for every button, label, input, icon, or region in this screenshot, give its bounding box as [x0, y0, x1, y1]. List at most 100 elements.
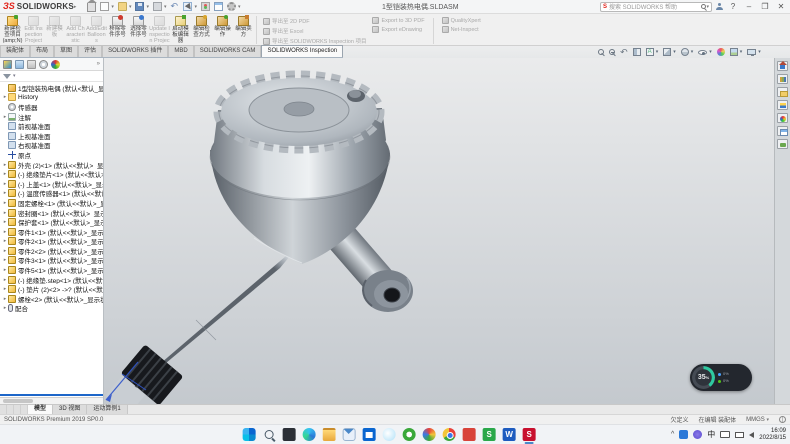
file-explorer-icon[interactable]	[777, 87, 788, 97]
tree-item[interactable]: ▸ (-) 温度传感器<1> (默认<<默认>_	[0, 189, 103, 199]
scene-caret[interactable]: ▾	[740, 49, 743, 55]
doc-tab[interactable]: 模型	[28, 405, 53, 414]
tray-blue-icon[interactable]	[679, 430, 688, 439]
tree-item[interactable]: ▸ 外壳 (2)<1> (默认<<默认>_显示状	[0, 160, 103, 170]
wps-icon[interactable]: S	[483, 428, 496, 441]
propertymanager-tab-icon[interactable]	[15, 60, 24, 69]
ribbon-button[interactable]: Update Inspection Project	[149, 15, 170, 45]
dynamic-annotation-icon[interactable]: A	[646, 48, 654, 56]
doc-tab[interactable]: 运动算例1	[87, 405, 127, 414]
ribbon-button[interactable]: 新建检查项目(amp;N)	[2, 15, 23, 45]
units-selector[interactable]: MMGS ▾	[746, 417, 769, 423]
task-view-icon[interactable]	[283, 428, 296, 441]
tree-item[interactable]: ▸ 密封圈<1> (默认<<默认>_显示状	[0, 208, 103, 218]
options-gear-icon[interactable]	[227, 2, 236, 11]
view-orientation-icon[interactable]	[663, 48, 671, 56]
search-icon[interactable]	[701, 4, 706, 9]
graphics-viewport[interactable]: 35% 0% 0%	[104, 58, 774, 404]
dimxpertmanager-tab-icon[interactable]	[39, 60, 48, 69]
solidworks-taskbar-icon[interactable]: S	[523, 428, 536, 441]
tab-nav-arrow[interactable]	[0, 405, 7, 414]
hide-show-items-icon[interactable]	[698, 50, 707, 55]
commandmanager-tab[interactable]: SOLIDWORKS CAM	[194, 45, 262, 57]
tree-item[interactable]: ▸ 螺栓<2> (默认<<默认>_显示状态	[0, 294, 103, 304]
rebuild-icon[interactable]	[201, 2, 210, 11]
keyboard-icon[interactable]	[720, 431, 730, 438]
featuremanager-tab-icon[interactable]	[3, 60, 12, 69]
tab-nav-arrow[interactable]	[21, 405, 28, 414]
design-library-icon[interactable]	[777, 74, 788, 84]
export-button[interactable]: 导出至 SOLIDWORKS Inspection 项目	[263, 37, 366, 45]
edge-icon[interactable]	[303, 428, 316, 441]
hidden-icons-chevron[interactable]: ^	[671, 431, 674, 438]
annotation-caret[interactable]: ▾	[656, 49, 659, 55]
ribbon-button[interactable]: Add Characteristic	[65, 15, 86, 45]
custom-properties-icon[interactable]	[777, 126, 788, 136]
save-icon[interactable]	[135, 2, 144, 11]
clock[interactable]: 16:09 2022/8/15	[759, 428, 786, 442]
tree-item[interactable]: ▸ 注解	[0, 112, 103, 122]
red-doc-app-icon[interactable]	[463, 428, 476, 441]
previous-view-icon[interactable]: ↶	[620, 48, 628, 57]
tree-item[interactable]: 右视基准面	[0, 141, 103, 151]
tree-item[interactable]: 原点	[0, 150, 103, 160]
export-button[interactable]: Export to 3D PDF	[372, 17, 424, 24]
restore-button[interactable]: ❐	[759, 1, 771, 13]
browser-360-icon[interactable]	[423, 428, 436, 441]
print-icon[interactable]	[153, 2, 162, 11]
ribbon-button[interactable]: 新建模板	[44, 15, 65, 45]
commandmanager-tab[interactable]: 布局	[30, 45, 54, 57]
tree-item[interactable]: ▸ 固定螺栓<1> (默认<<默认>_显示	[0, 198, 103, 208]
ribbon-button[interactable]: 编辑卖方	[233, 15, 254, 45]
store-icon[interactable]	[363, 428, 376, 441]
display-style-icon[interactable]	[681, 48, 689, 56]
commandmanager-tab[interactable]: 草图	[54, 45, 78, 57]
tree-item[interactable]: ▸ 零件1<1> (默认<<默认>_显示状态	[0, 227, 103, 237]
ribbon-button[interactable]: 启动模板编辑器	[170, 15, 191, 45]
new-document-icon[interactable]	[100, 2, 109, 11]
select-tool-icon[interactable]	[183, 2, 192, 11]
tab-nav-arrow[interactable]	[14, 405, 21, 414]
open-icon[interactable]	[118, 2, 127, 11]
tag-globe-icon[interactable]	[779, 416, 786, 423]
login-user-icon[interactable]	[716, 3, 723, 10]
ribbon-button[interactable]: Add/Edit Balloons	[86, 15, 107, 45]
commandmanager-tab[interactable]: MBD	[168, 45, 193, 57]
doc-tab[interactable]: 3D 视图	[53, 405, 87, 414]
orientation-caret[interactable]: ▾	[673, 49, 676, 55]
mail-icon[interactable]	[343, 428, 356, 441]
ribbon-button[interactable]: 编辑操作	[212, 15, 233, 45]
zoom-to-fit-icon[interactable]	[598, 49, 604, 55]
tree-item[interactable]: ▸ History	[0, 93, 103, 103]
save-caret[interactable]: ▾	[146, 4, 149, 10]
tray-shield-icon[interactable]	[693, 430, 702, 439]
panel-horizontal-scrollbar[interactable]	[0, 397, 103, 404]
displaymanager-tab-icon[interactable]	[51, 60, 60, 69]
commandmanager-tab[interactable]: SOLIDWORKS 插件	[102, 45, 168, 57]
tree-item[interactable]: ▸ 保护套<1> (默认<<默认>_显示状	[0, 217, 103, 227]
help-button[interactable]: ?	[727, 1, 739, 13]
brand-flyout-arrow[interactable]: ▸	[74, 4, 77, 10]
file-explorer-taskbar-icon[interactable]	[323, 428, 336, 441]
display-tray-icon[interactable]	[735, 432, 744, 438]
antivirus-icon[interactable]	[403, 428, 416, 441]
options-caret[interactable]: ▾	[238, 4, 241, 10]
home-icon[interactable]	[87, 3, 96, 12]
commandmanager-tab[interactable]: 评估	[78, 45, 102, 57]
ribbon-button[interactable]: Edit Inspection Project	[23, 15, 44, 45]
ribbon-button[interactable]: 编辑检查方式	[191, 15, 212, 45]
search-scope-caret[interactable]: ▾	[706, 4, 709, 10]
search-input[interactable]: S 搜索 SOLIDWORKS 帮助 ▾	[600, 2, 712, 12]
close-button[interactable]: ✕	[775, 1, 787, 13]
chrome-icon[interactable]	[443, 428, 456, 441]
edit-appearance-icon[interactable]	[717, 48, 725, 56]
export-button[interactable]: Export eDrawing	[372, 26, 424, 33]
tree-item[interactable]: 传感器	[0, 102, 103, 112]
tree-item[interactable]: 上视基准面	[0, 131, 103, 141]
export-button[interactable]: QualityXpert	[442, 17, 481, 24]
export-button[interactable]: 导出至 Excel	[263, 27, 366, 35]
panel-split-bar[interactable]	[0, 394, 103, 396]
commandmanager-tab[interactable]: SOLIDWORKS Inspection	[261, 45, 343, 57]
export-button[interactable]: Net-Inspect	[442, 26, 481, 33]
new-caret[interactable]: ▾	[111, 4, 114, 10]
